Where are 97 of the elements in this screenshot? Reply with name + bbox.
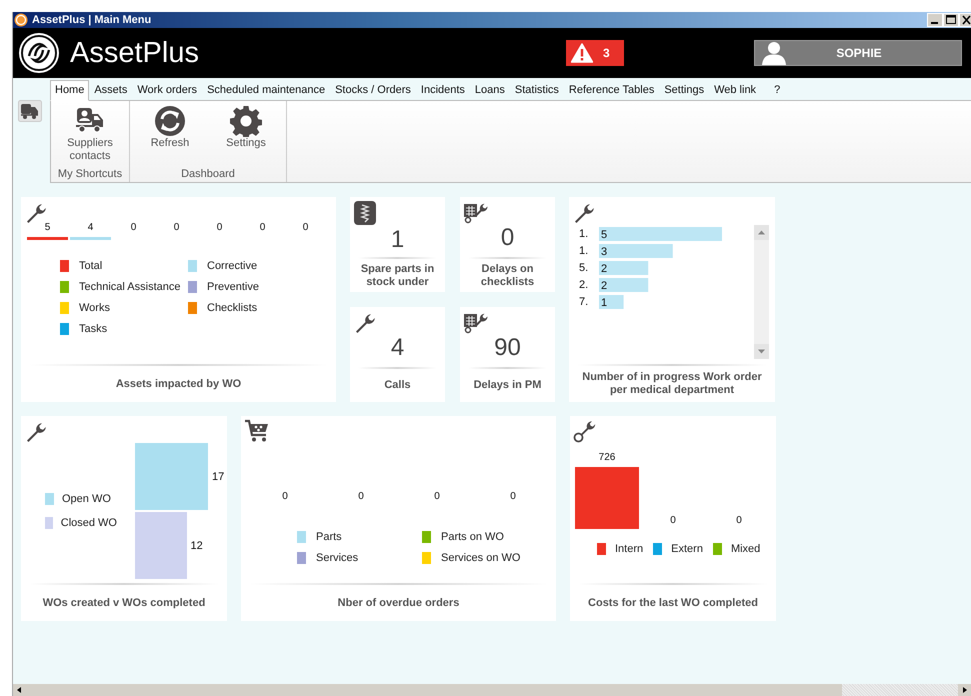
kpi-value: 4 xyxy=(390,335,406,361)
category-label: 7. xyxy=(579,296,588,308)
refresh-icon xyxy=(154,105,186,137)
scrollbar[interactable] xyxy=(754,225,769,359)
count-value: 0 xyxy=(302,222,308,234)
ribbon-button[interactable]: Suppliers contacts xyxy=(59,105,121,168)
legend-label: Checklists xyxy=(207,302,258,314)
card-title: Number of in progress Work order per medical department xyxy=(581,370,763,398)
bar-value: 17 xyxy=(212,470,224,482)
legend-label: Open WO xyxy=(62,493,111,505)
data-label: 2 xyxy=(601,263,608,275)
card-title: Calls xyxy=(383,378,412,393)
ribbon-button[interactable]: Settings xyxy=(214,105,278,168)
warning-icon xyxy=(571,43,593,63)
data-label: 3 xyxy=(601,246,608,258)
legend-label: Parts on WO xyxy=(441,531,504,543)
maximize-button[interactable] xyxy=(943,13,959,27)
cart-icon xyxy=(244,419,270,443)
legend-label: Mixed xyxy=(730,543,760,555)
card-title: Assets impacted by WO xyxy=(114,376,242,392)
legend-label: Works xyxy=(79,302,110,314)
scroll-thumb[interactable] xyxy=(842,684,958,696)
menu-tab[interactable]: Incidents xyxy=(416,81,470,100)
menu-tab[interactable]: Web link xyxy=(709,81,762,100)
card-title: Nber of overdue orders xyxy=(336,596,460,610)
data-label: 2 xyxy=(601,280,608,292)
category-label: 2. xyxy=(579,279,588,291)
user-icon xyxy=(761,41,787,65)
app-icon xyxy=(14,13,28,27)
category-label: 5. xyxy=(579,262,588,274)
bar xyxy=(599,278,648,292)
legend-label: Extern xyxy=(671,543,703,555)
kpi-value: 0 xyxy=(500,225,516,251)
ribbon-button[interactable]: Refresh xyxy=(138,105,202,168)
legend-label: Total xyxy=(79,260,102,272)
count-value: 0 xyxy=(260,222,266,234)
legend-label: Intern xyxy=(615,543,644,555)
card-title: WOs created v WOs completed xyxy=(42,596,206,610)
window-title: AssetPlus | Main Menu xyxy=(32,14,152,26)
legend-label: Technical Assistance xyxy=(79,281,180,293)
bar xyxy=(575,467,639,529)
category-label: 1. xyxy=(579,228,588,240)
group-label: My Shortcuts xyxy=(56,168,124,180)
count-value: 0 xyxy=(130,222,136,234)
kpi-value: 1 xyxy=(390,227,406,253)
legend-label: Closed WO xyxy=(60,517,117,529)
alert-button[interactable]: 3 xyxy=(566,40,624,66)
menu-tab[interactable]: Loans xyxy=(470,81,510,100)
legend-label: Preventive xyxy=(207,281,259,293)
menu-tab[interactable]: Reference Tables xyxy=(564,81,660,100)
legend-label: Corrective xyxy=(207,260,258,272)
legend-label: Services on WO xyxy=(441,552,520,564)
close-button[interactable] xyxy=(959,13,971,27)
group-label: Dashboard xyxy=(180,168,236,180)
bar-value: 0 xyxy=(736,515,742,526)
count-value: 0 xyxy=(174,222,180,234)
bar-value: 12 xyxy=(190,540,203,552)
count-value: 5 xyxy=(44,222,50,234)
kpi-value: 90 xyxy=(493,335,522,361)
menu-tab[interactable]: Statistics xyxy=(510,81,564,100)
logo-icon xyxy=(18,32,60,74)
app-name: AssetPlus xyxy=(70,36,199,70)
menu-tab[interactable]: Stocks / Orders xyxy=(330,81,416,100)
card-title: Delays in PM xyxy=(472,378,542,393)
menu-tab[interactable]: Settings xyxy=(659,81,710,100)
settings-icon xyxy=(230,105,262,137)
count-value: 0 xyxy=(510,491,516,503)
menu-tab[interactable]: Assets xyxy=(89,81,132,100)
card-title: Delays on checklists xyxy=(480,262,536,290)
count-value: 0 xyxy=(434,491,440,503)
legend-label: Parts xyxy=(316,531,342,543)
user-button[interactable]: SOPHIE xyxy=(754,40,962,66)
bar xyxy=(135,512,187,579)
legend-label: Tasks xyxy=(79,323,108,335)
scroll-down-button[interactable] xyxy=(754,344,769,359)
bar xyxy=(599,261,648,275)
count-value: 0 xyxy=(282,491,288,503)
menu-tab[interactable]: Work orders xyxy=(132,81,202,100)
count-value: 4 xyxy=(88,222,94,234)
screw-icon xyxy=(353,200,377,226)
bar xyxy=(599,295,624,309)
minimize-button[interactable] xyxy=(927,13,943,27)
bar-value: 726 xyxy=(598,452,616,463)
menu-tab[interactable]: Scheduled maintenance xyxy=(202,81,330,100)
count-value: 0 xyxy=(216,222,222,234)
legend-label: Services xyxy=(316,552,358,564)
menu-tab[interactable]: Home xyxy=(50,80,90,101)
data-label: 1 xyxy=(601,297,608,309)
card-title: Costs for the last WO completed xyxy=(587,596,759,610)
card-title: Spare parts in stock under xyxy=(360,262,436,290)
category-label: 1. xyxy=(579,245,588,257)
data-label: 5 xyxy=(601,229,608,241)
scroll-up-button[interactable] xyxy=(754,225,769,240)
bar-value: 0 xyxy=(670,515,676,526)
menu-tab[interactable]: ? xyxy=(769,81,786,100)
count-value: 0 xyxy=(358,491,364,503)
truck-icon[interactable] xyxy=(18,100,42,122)
